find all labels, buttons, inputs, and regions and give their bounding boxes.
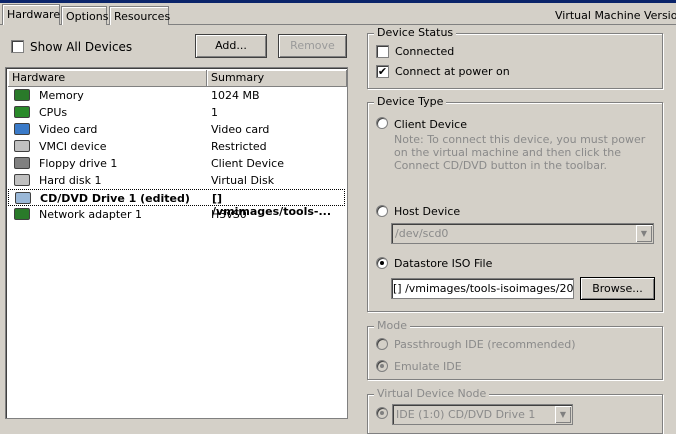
disk-icon [14,174,30,186]
emulate-ide-radio[interactable] [376,360,388,372]
device-status-group: Device Status Connected ✔ Connect at pow… [367,26,663,89]
virtual-device-node-title: Virtual Device Node [374,387,490,400]
hardware-name: Video card [39,123,98,136]
virtual-device-node-group: Virtual Device Node IDE (1:0) CD/DVD Dri… [367,387,663,434]
emulate-ide-label: Emulate IDE [394,360,462,373]
hardware-summary: 1024 MB [211,89,260,102]
iso-path-input[interactable]: [] /vmimages/tools-isoimages/2003ST [391,278,574,299]
table-row[interactable]: CD/DVD Drive 1 (edited) [] /vmimages/too… [8,189,345,218]
cd-dvd-icon [15,192,31,204]
hardware-name: CD/DVD Drive 1 (edited) [40,192,190,205]
device-icon [14,140,30,152]
vdn-value: IDE (1:0) CD/DVD Drive 1 [396,408,536,421]
network-icon [14,208,30,220]
mode-title: Mode [374,319,410,332]
hardware-summary: Client Device [211,157,284,170]
table-row[interactable]: Hard disk 1 Virtual Disk [8,172,345,189]
tab-hardware[interactable]: Hardware [2,4,60,25]
passthrough-ide-radio[interactable] [376,338,388,350]
hardware-name: Floppy drive 1 [39,157,118,170]
host-device-radio[interactable] [376,205,388,217]
table-row[interactable]: VMCI device Restricted [8,138,345,155]
show-all-devices-label: Show All Devices [30,40,133,54]
connect-at-power-on-label: Connect at power on [395,65,510,78]
browse-button[interactable]: Browse... [580,277,655,300]
host-device-value: /dev/scd0 [395,227,449,240]
hardware-summary: Video card [211,123,270,136]
tab-options[interactable]: Options [61,6,108,25]
vdn-radio[interactable] [376,407,388,419]
table-row[interactable]: Network adapter 1 H3vS0 [8,206,345,223]
host-device-select[interactable]: /dev/scd0 ▼ [391,223,654,244]
floppy-icon [14,157,30,169]
cpu-icon [14,106,30,118]
vm-version: Virtual Machine Version: 7 [555,9,676,22]
table-row[interactable]: Video card Video card [8,121,345,138]
datastore-iso-label: Datastore ISO File [394,257,493,270]
chevron-down-icon[interactable]: ▼ [636,225,652,242]
hardware-name: Network adapter 1 [39,208,142,221]
connect-at-power-on-checkbox[interactable]: ✔ [376,65,389,78]
memory-icon [14,89,30,101]
mode-group: Mode Passthrough IDE (recommended) Emula… [367,319,663,380]
remove-button[interactable]: Remove [278,34,347,58]
client-device-label: Client Device [394,118,467,131]
add-button[interactable]: Add... [195,34,267,58]
datastore-iso-radio[interactable] [376,257,388,269]
hardware-list[interactable]: Hardware Summary Memory 1024 MB CPUs 1 V… [5,67,348,419]
connected-checkbox[interactable] [376,45,389,58]
hardware-name: CPUs [39,106,68,119]
device-type-title: Device Type [374,95,447,108]
host-device-label: Host Device [394,205,461,218]
title-bar-edge [0,0,676,3]
hardware-summary: 1 [211,106,218,119]
hardware-name: Hard disk 1 [39,174,102,187]
connected-label: Connected [395,45,455,58]
hardware-summary: Restricted [211,140,267,153]
table-row[interactable]: CPUs 1 [8,104,345,121]
device-status-title: Device Status [374,26,457,39]
column-header-hardware[interactable]: Hardware [8,70,207,87]
show-all-devices-checkbox[interactable] [11,40,24,53]
client-device-note: Note: To connect this device, you must p… [394,133,646,172]
hardware-name: Memory [39,89,84,102]
hardware-name: VMCI device [39,140,107,153]
client-device-radio[interactable] [376,117,388,129]
chevron-down-icon[interactable]: ▼ [555,406,571,423]
virtual-device-node-select[interactable]: IDE (1:0) CD/DVD Drive 1 ▼ [392,404,573,425]
monitor-icon [14,123,30,135]
tab-resources[interactable]: Resources [109,6,170,25]
table-row[interactable]: Floppy drive 1 Client Device [8,155,345,172]
hardware-summary: H3vS0 [211,208,247,221]
table-row[interactable]: Memory 1024 MB [8,87,345,104]
passthrough-ide-label: Passthrough IDE (recommended) [394,338,576,351]
hardware-summary: Virtual Disk [211,174,275,187]
column-header-summary[interactable]: Summary [207,70,347,87]
device-type-group: Device Type Client Device Note: To conne… [367,95,663,312]
